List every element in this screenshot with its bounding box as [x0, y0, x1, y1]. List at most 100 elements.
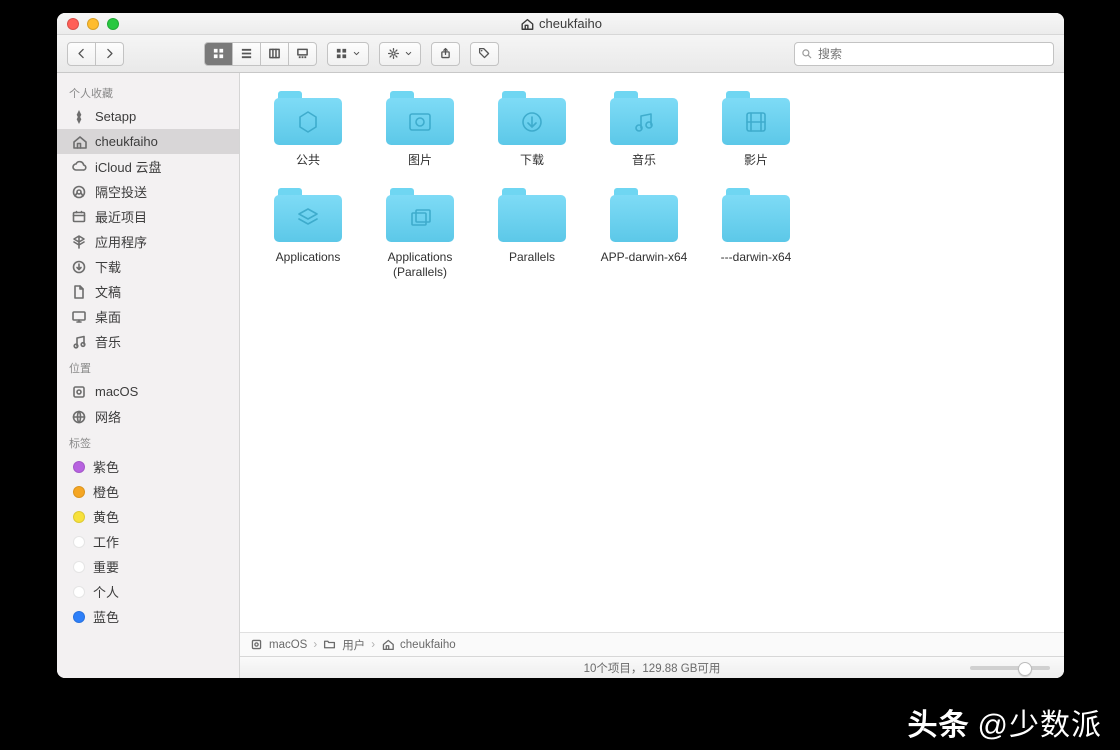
sidebar-item[interactable]: 音乐 — [57, 329, 239, 354]
icon-grid[interactable]: 公共 图片 下载音乐 影片 Applications Applications (Para… — [240, 73, 1064, 632]
sidebar-item-label: 下载 — [95, 257, 121, 276]
icon-view-button[interactable] — [204, 42, 233, 66]
window-title-text: cheukfaiho — [539, 16, 602, 31]
folder-label: 公共 — [296, 153, 320, 168]
network-icon — [71, 409, 87, 425]
sidebar-item-label: 最近项目 — [95, 207, 147, 226]
sidebar-item[interactable]: 桌面 — [57, 304, 239, 329]
sidebar-item-label: 工作 — [93, 532, 119, 551]
sidebar-item[interactable]: 橙色 — [57, 479, 239, 504]
recent-icon — [71, 209, 87, 225]
list-view-button[interactable] — [233, 42, 261, 66]
folder-icon — [610, 188, 678, 242]
folder-item[interactable]: 下载 — [476, 91, 588, 168]
action-button[interactable] — [379, 42, 421, 66]
path-bar[interactable]: macOS›用户›cheukfaiho — [240, 632, 1064, 656]
folder-label: Parallels — [509, 250, 555, 265]
sidebar-item[interactable]: 网络 — [57, 404, 239, 429]
tag-dot-icon — [73, 611, 85, 623]
tag-dot-icon — [73, 461, 85, 473]
search-field[interactable] — [794, 42, 1054, 66]
home-icon — [381, 638, 394, 651]
sidebar-item[interactable]: 文稿 — [57, 279, 239, 304]
sidebar-item[interactable]: cheukfaiho — [57, 129, 239, 154]
sidebar-item-label: 隔空投送 — [95, 182, 147, 201]
back-button[interactable] — [67, 42, 96, 66]
search-input[interactable] — [818, 47, 1047, 61]
tag-dot-icon — [73, 486, 85, 498]
window-body: 个人收藏SetappcheukfaihoiCloud 云盘隔空投送最近项目应用程… — [57, 73, 1064, 678]
column-view-button[interactable] — [261, 42, 289, 66]
share-icon — [439, 47, 452, 60]
sidebar-item-label: macOS — [95, 384, 138, 399]
status-text: 10个项目，129.88 GB可用 — [584, 660, 721, 676]
sidebar-item[interactable]: 蓝色 — [57, 604, 239, 629]
fullscreen-button[interactable] — [107, 18, 119, 30]
folder-item[interactable]: 音乐 — [588, 91, 700, 168]
home-icon — [519, 17, 533, 31]
sidebar-item[interactable]: 重要 — [57, 554, 239, 579]
window-title: cheukfaiho — [519, 16, 602, 31]
cloud-icon — [71, 159, 87, 175]
sidebar-item-label: 黄色 — [93, 507, 119, 526]
finder-window: cheukfaiho 个人收藏S — [57, 13, 1064, 678]
folder-item[interactable]: Parallels — [476, 188, 588, 280]
sidebar-item[interactable]: macOS — [57, 379, 239, 404]
status-bar: 10个项目，129.88 GB可用 — [240, 656, 1064, 678]
sidebar-item[interactable]: 个人 — [57, 579, 239, 604]
watermark-prefix: 头条 — [908, 700, 970, 744]
group-icon — [335, 47, 348, 60]
group-button[interactable] — [327, 42, 369, 66]
folder-icon — [722, 91, 790, 145]
path-segment[interactable]: macOS — [269, 639, 307, 651]
folder-icon — [274, 91, 342, 145]
tag-dot-icon — [73, 561, 85, 573]
folder-label: Applications (Parallels) — [367, 250, 473, 280]
folder-item[interactable]: 公共 — [252, 91, 364, 168]
folder-label: ---darwin-x64 — [721, 250, 792, 265]
gallery-view-button[interactable] — [289, 42, 317, 66]
folder-label: 音乐 — [632, 153, 656, 168]
folder-item[interactable]: ---darwin-x64 — [700, 188, 812, 280]
chevron-right-icon — [103, 47, 116, 60]
close-button[interactable] — [67, 18, 79, 30]
sidebar-section-header: 标签 — [57, 429, 239, 454]
path-segment[interactable]: cheukfaiho — [400, 639, 456, 651]
folder-item[interactable]: 影片 — [700, 91, 812, 168]
folder-icon — [498, 91, 566, 145]
sidebar-item[interactable]: 下载 — [57, 254, 239, 279]
sidebar-item[interactable]: iCloud 云盘 — [57, 154, 239, 179]
sidebar-item[interactable]: 最近项目 — [57, 204, 239, 229]
sidebar-section-header: 位置 — [57, 354, 239, 379]
sidebar[interactable]: 个人收藏SetappcheukfaihoiCloud 云盘隔空投送最近项目应用程… — [57, 73, 240, 678]
grid-icon — [212, 47, 225, 60]
folder-label: Applications — [276, 250, 341, 265]
sidebar-item[interactable]: Setapp — [57, 104, 239, 129]
zoom-slider[interactable] — [970, 666, 1050, 670]
sidebar-item[interactable]: 黄色 — [57, 504, 239, 529]
sidebar-item[interactable]: 应用程序 — [57, 229, 239, 254]
folder-icon — [610, 91, 678, 145]
sidebar-item-label: iCloud 云盘 — [95, 157, 161, 176]
folder-item[interactable]: Applications — [252, 188, 364, 280]
folder-item[interactable]: 图片 — [364, 91, 476, 168]
folder-label: 图片 — [408, 153, 432, 168]
apps-icon — [71, 234, 87, 250]
sidebar-item[interactable]: 紫色 — [57, 454, 239, 479]
tags-button[interactable] — [470, 42, 499, 66]
toolbar — [57, 35, 1064, 73]
sidebar-item[interactable]: 工作 — [57, 529, 239, 554]
desktop-icon — [71, 309, 87, 325]
folder-item[interactable]: Applications (Parallels) — [364, 188, 476, 280]
download-icon — [71, 259, 87, 275]
path-separator: › — [371, 639, 375, 651]
sidebar-item-label: cheukfaiho — [95, 134, 158, 149]
path-segment[interactable]: 用户 — [342, 637, 365, 653]
forward-button[interactable] — [96, 42, 124, 66]
sidebar-item[interactable]: 隔空投送 — [57, 179, 239, 204]
share-button[interactable] — [431, 42, 460, 66]
minimize-button[interactable] — [87, 18, 99, 30]
view-switcher — [204, 42, 317, 66]
sidebar-item-label: 紫色 — [93, 457, 119, 476]
folder-item[interactable]: APP-darwin-x64 — [588, 188, 700, 280]
